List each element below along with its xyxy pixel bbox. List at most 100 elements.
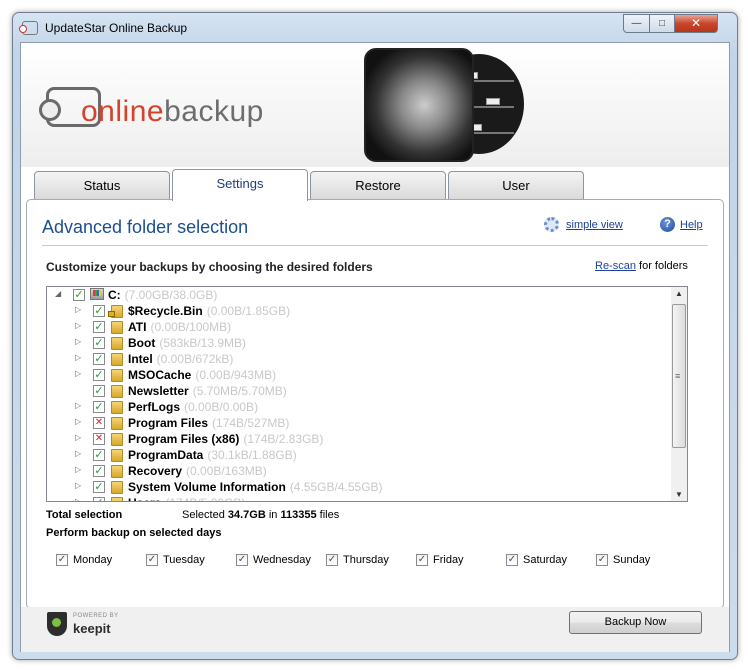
expand-arrow-icon[interactable]: ▷ <box>75 401 81 410</box>
day-tuesday-checkbox[interactable]: ✓ Tuesday <box>146 554 205 566</box>
folder-name: Recovery <box>128 464 183 478</box>
expand-arrow-icon[interactable]: ▷ <box>75 305 81 314</box>
checkbox-icon[interactable]: ✓ <box>236 554 248 566</box>
expand-arrow-icon[interactable]: ▷ <box>75 481 81 490</box>
day-sunday-checkbox[interactable]: ✓ Sunday <box>596 554 650 566</box>
tree-scrollbar[interactable]: ▲ ≡ ▼ <box>671 286 688 502</box>
checkbox-icon[interactable]: ✓ <box>506 554 518 566</box>
folder-name: PerfLogs <box>128 400 181 414</box>
gear-icon <box>544 217 559 232</box>
simple-view-link[interactable]: simple view <box>544 217 623 232</box>
checkbox-icon[interactable]: ✓ <box>326 554 338 566</box>
folder-label: ProgramData (30.1kB/1.88GB) <box>128 448 297 462</box>
folder-checkbox[interactable]: ✓ <box>93 465 105 477</box>
collapse-arrow-icon[interactable]: ◢ <box>55 289 61 298</box>
folder-checkbox[interactable]: ✕ <box>93 417 105 429</box>
expand-arrow-icon[interactable]: ▷ <box>75 321 81 330</box>
expand-arrow-icon[interactable]: ▷ <box>75 497 81 501</box>
folder-icon <box>111 417 123 430</box>
expand-arrow-icon[interactable]: ▷ <box>75 417 81 426</box>
tree-row[interactable]: ▷ ✓ $Recycle.Bin (0.00B/1.85GB) <box>47 303 667 319</box>
folder-label: PerfLogs (0.00B/0.00B) <box>128 400 258 414</box>
tree-root-row[interactable]: ◢ ✓ C: (7.00GB/38.0GB) <box>47 287 667 303</box>
tree-row[interactable]: ▷ ✓ Users (174B/5.00GB) <box>47 495 667 501</box>
day-thursday-checkbox[interactable]: ✓ Thursday <box>326 554 389 566</box>
scroll-down-arrow-icon[interactable]: ▼ <box>675 490 683 499</box>
folder-checkbox[interactable]: ✓ <box>93 449 105 461</box>
tree-row[interactable]: ▷ ✓ ProgramData (30.1kB/1.88GB) <box>47 447 667 463</box>
title-bar[interactable]: UpdateStar Online Backup — □ ✕ <box>13 13 737 43</box>
checkbox-icon[interactable]: ✓ <box>56 554 68 566</box>
tree-row[interactable]: ▷ ✕ Program Files (x86) (174B/2.83GB) <box>47 431 667 447</box>
folder-icon <box>111 369 123 382</box>
app-icon <box>19 21 38 35</box>
expand-arrow-icon[interactable]: ▷ <box>75 465 81 474</box>
folder-checkbox[interactable]: ✕ <box>93 433 105 445</box>
tree-row[interactable]: ▷ ✓ Intel (0.00B/672kB) <box>47 351 667 367</box>
folder-label: Newsletter (5.70MB/5.70MB) <box>128 384 287 398</box>
folder-size: (174B/527MB) <box>212 416 290 430</box>
folder-size: (0.00B/943MB) <box>195 368 277 382</box>
day-saturday-checkbox[interactable]: ✓ Saturday <box>506 554 567 566</box>
folder-icon <box>111 497 123 501</box>
help-link[interactable]: ? Help <box>660 217 703 232</box>
folder-checkbox[interactable]: ✓ <box>93 353 105 365</box>
checkbox-icon[interactable]: ✓ <box>596 554 608 566</box>
folder-label: Program Files (x86) (174B/2.83GB) <box>128 432 323 446</box>
tab-settings[interactable]: Settings <box>172 169 308 201</box>
close-button[interactable]: ✕ <box>674 14 718 33</box>
folder-icon <box>111 433 123 446</box>
expand-arrow-icon[interactable]: ▷ <box>75 353 81 362</box>
rescan-link[interactable]: Re-scan <box>595 260 636 272</box>
folder-checkbox[interactable]: ✓ <box>93 497 105 501</box>
folder-name: Program Files (x86) <box>128 432 240 446</box>
minimize-button[interactable]: — <box>623 14 650 33</box>
day-wednesday-checkbox[interactable]: ✓ Wednesday <box>236 554 311 566</box>
folder-checkbox[interactable]: ✓ <box>93 321 105 333</box>
tab-user[interactable]: User <box>448 171 584 201</box>
tree-row[interactable]: ▷ ✓ System Volume Information (4.55GB/4.55G… <box>47 479 667 495</box>
folder-size: (0.00B/0.00B) <box>184 400 259 414</box>
backup-now-button[interactable]: Backup Now <box>569 611 702 634</box>
tree-row[interactable]: ▷ ✓ Boot (583kB/13.9MB) <box>47 335 667 351</box>
help-icon: ? <box>660 217 675 232</box>
expand-arrow-icon[interactable]: ▷ <box>75 337 81 346</box>
day-friday-checkbox[interactable]: ✓ Friday <box>416 554 464 566</box>
day-monday-checkbox[interactable]: ✓ Monday <box>56 554 112 566</box>
folder-checkbox[interactable]: ✓ <box>93 337 105 349</box>
root-checkbox[interactable]: ✓ <box>73 289 85 301</box>
folder-size: (5.70MB/5.70MB) <box>192 384 287 398</box>
folder-tree[interactable]: ◢ ✓ C: (7.00GB/38.0GB) ▷ ✓ $Recycle.Bin (0.0… <box>46 286 688 502</box>
tree-row[interactable]: ▷ ✓ MSOCache (0.00B/943MB) <box>47 367 667 383</box>
folder-size: (0.00B/1.85GB) <box>206 304 291 318</box>
total-selection-value: Selected 34.7GB in 113355 files <box>182 509 339 521</box>
folder-checkbox[interactable]: ✓ <box>93 481 105 493</box>
folder-checkbox[interactable]: ✓ <box>93 305 105 317</box>
file-count: 113355 <box>280 509 317 521</box>
tab-restore[interactable]: Restore <box>310 171 446 201</box>
help-label: Help <box>680 219 703 231</box>
tab-status[interactable]: Status <box>34 171 170 201</box>
folder-icon <box>111 465 123 478</box>
scroll-up-arrow-icon[interactable]: ▲ <box>675 289 683 298</box>
checkbox-icon[interactable]: ✓ <box>416 554 428 566</box>
folder-checkbox[interactable]: ✓ <box>93 385 105 397</box>
scroll-grip-icon: ≡ <box>675 371 681 381</box>
folder-checkbox[interactable]: ✓ <box>93 401 105 413</box>
folder-name: System Volume Information <box>128 480 286 494</box>
day-label: Friday <box>433 554 464 566</box>
expand-arrow-icon[interactable]: ▷ <box>75 433 81 442</box>
tree-row[interactable]: ▷ ✓ Recovery (0.00B/163MB) <box>47 463 667 479</box>
tree-row[interactable]: ▷ ✓ PerfLogs (0.00B/0.00B) <box>47 399 667 415</box>
close-icon: ✕ <box>690 16 702 30</box>
checkbox-icon[interactable]: ✓ <box>146 554 158 566</box>
folder-size: (174B/2.83GB) <box>243 432 324 446</box>
folder-checkbox[interactable]: ✓ <box>93 369 105 381</box>
folder-label: Boot (583kB/13.9MB) <box>128 336 246 350</box>
maximize-button[interactable]: □ <box>649 14 675 33</box>
expand-arrow-icon[interactable]: ▷ <box>75 449 81 458</box>
tree-row[interactable]: ▷ ✕ Program Files (174B/527MB) <box>47 415 667 431</box>
tree-row[interactable]: ▷ ✓ ATI (0.00B/100MB) <box>47 319 667 335</box>
expand-arrow-icon[interactable]: ▷ <box>75 369 81 378</box>
tree-row[interactable]: ✓ Newsletter (5.70MB/5.70MB) <box>47 383 667 399</box>
